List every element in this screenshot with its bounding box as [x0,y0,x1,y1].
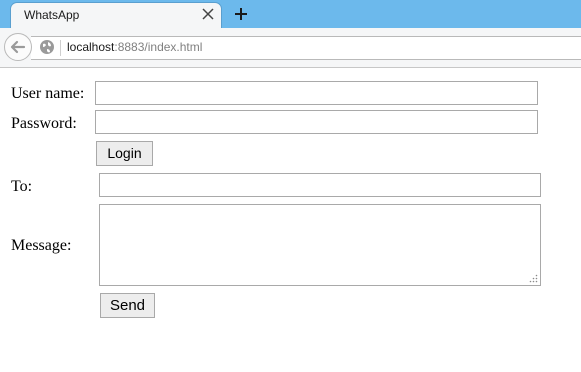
url-text[interactable]: localhost:8883/index.html [67,40,202,54]
url-separator [60,40,61,56]
message-textarea[interactable] [99,204,541,286]
to-label: To: [11,178,33,195]
globe-icon[interactable] [39,39,55,55]
login-button[interactable]: Login [96,141,153,166]
url-path: :8883/index.html [114,40,203,54]
resize-grip-icon[interactable] [529,274,538,283]
browser-tab[interactable]: WhatsApp [10,2,222,28]
to-input[interactable] [99,173,541,197]
close-icon[interactable] [201,7,215,21]
back-arrow-icon [10,40,26,54]
password-label: Password: [11,115,77,132]
navigation-bar: localhost:8883/index.html [0,28,581,68]
plus-icon[interactable] [233,6,249,22]
tab-strip: WhatsApp [0,0,581,28]
url-host: localhost [67,40,115,54]
username-label: User name: [11,85,85,102]
username-input[interactable] [95,81,538,105]
tab-title: WhatsApp [24,8,80,22]
back-button[interactable] [4,33,32,61]
password-input[interactable] [95,110,538,134]
send-button[interactable]: Send [100,293,155,318]
message-label: Message: [11,237,72,254]
